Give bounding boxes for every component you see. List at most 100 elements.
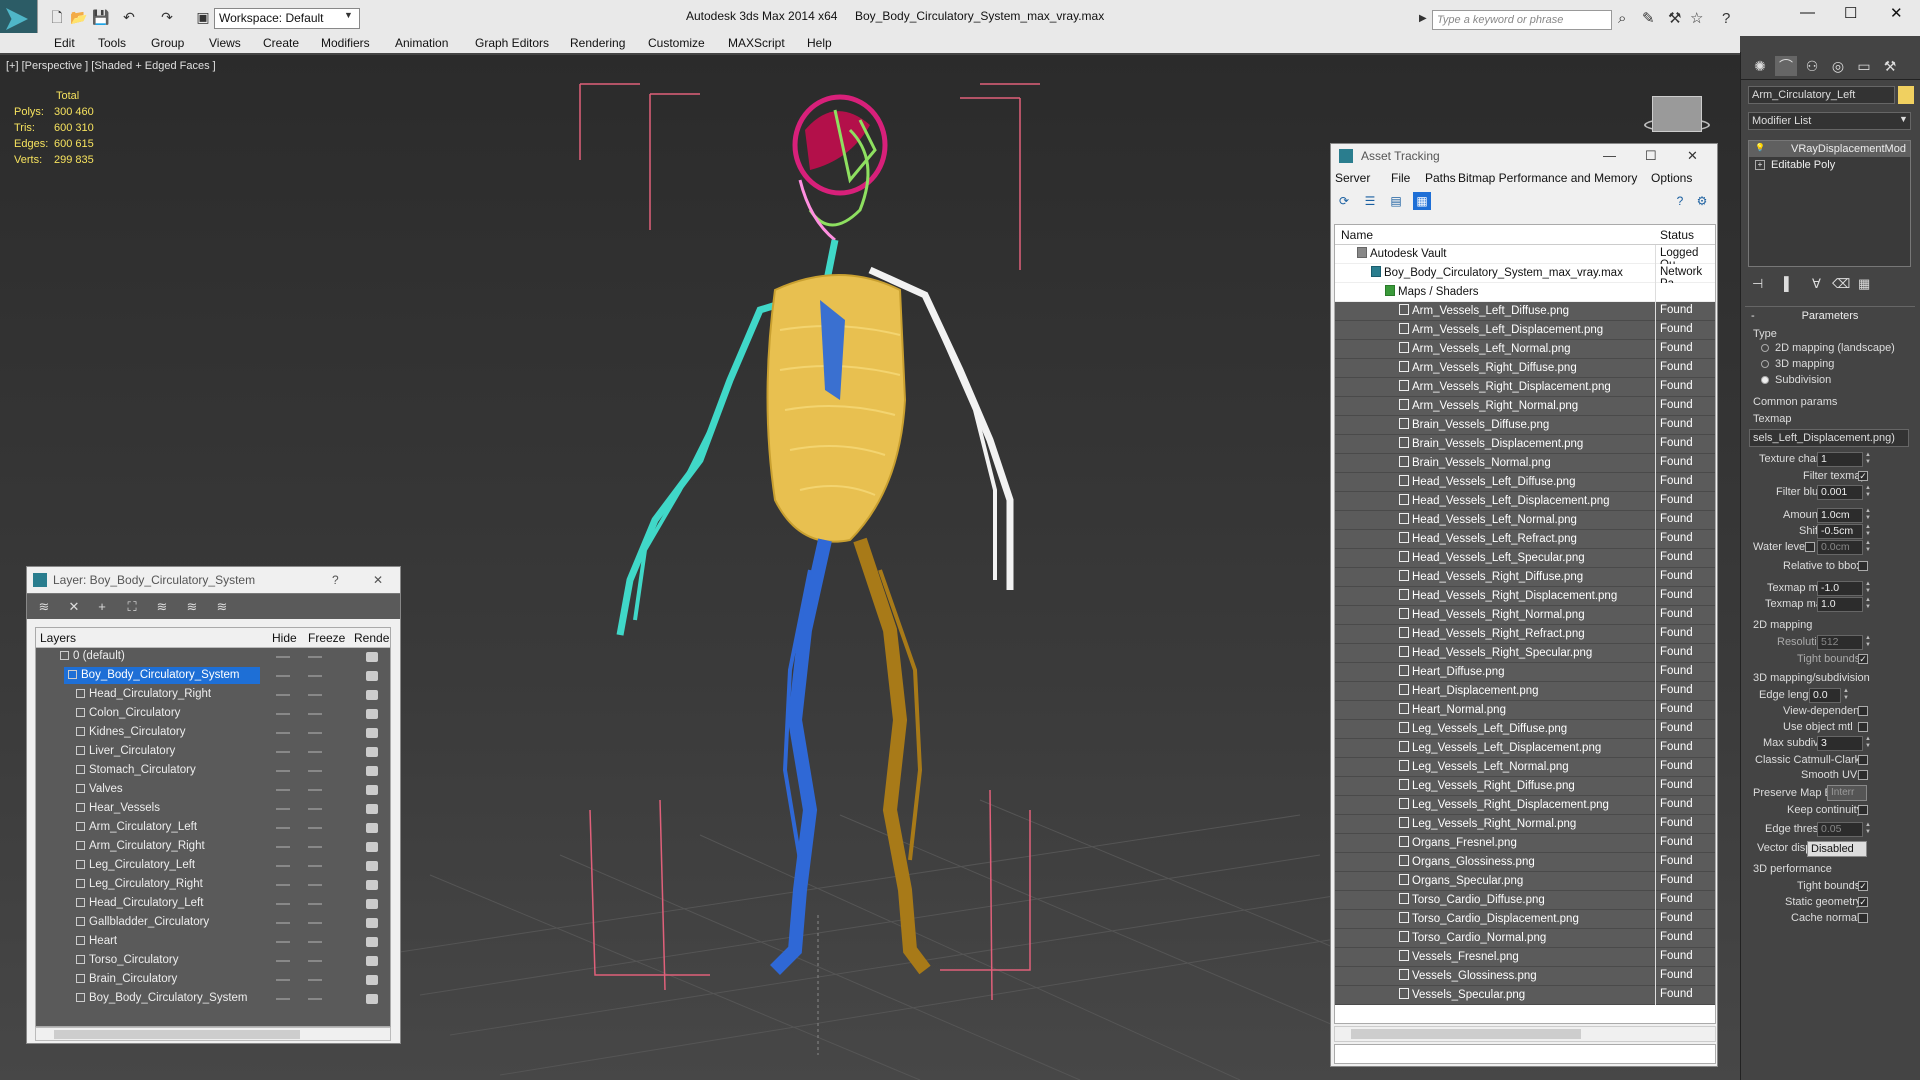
table-view-icon[interactable]: ▦ [1413,192,1431,210]
freeze-toggle[interactable] [308,998,322,1000]
render-teapot-icon[interactable] [366,652,378,662]
favorites-star-icon[interactable]: ☆ [1690,10,1703,28]
layer-object-row[interactable]: Brain_Circulatory [36,971,390,990]
render-teapot-icon[interactable] [366,937,378,947]
layer-object-row[interactable]: Gallbladder_Circulatory [36,914,390,933]
hide-toggle[interactable] [276,694,290,696]
add-to-layer-icon[interactable]: + [93,598,111,616]
spinner-arrows-icon[interactable]: ▲ ▼ [1865,540,1871,555]
show-end-result-icon[interactable]: ▌ [1784,276,1793,291]
asset-row[interactable]: Head_Vessels_Left_Displacement.png Found [1335,492,1715,511]
new-layer-icon[interactable]: ≋ [35,598,53,616]
hide-toggle[interactable] [276,656,290,658]
render-teapot-icon[interactable] [366,823,378,833]
list-view-icon[interactable]: ☰ [1361,192,1379,210]
layer-object-row[interactable]: Valves [36,781,390,800]
hide-toggle[interactable] [276,941,290,943]
circulatory-system-model[interactable] [380,70,1040,1070]
menu-help[interactable]: Help [807,36,832,50]
asset-row[interactable]: Maps / Shaders [1335,283,1715,302]
select-objects-icon[interactable]: ⛶ [123,598,141,616]
new-file-icon[interactable]: 🗋 [48,8,66,26]
spinner-arrows-icon[interactable]: ▲ ▼ [1865,524,1871,539]
asset-row[interactable]: Head_Vessels_Right_Specular.png Found [1335,644,1715,663]
lightbulb-icon[interactable]: 💡 [1755,144,1765,154]
hide-toggle[interactable] [276,865,290,867]
freeze-toggle[interactable] [308,789,322,791]
configure-sets-icon[interactable]: ▦ [1858,276,1870,292]
make-unique-icon[interactable]: ∀ [1812,276,1821,292]
water-level-checkbox[interactable] [1805,542,1815,552]
render-teapot-icon[interactable] [366,975,378,985]
max-subdivs-spinner[interactable]: 3 [1817,736,1863,751]
radio-3d-mapping[interactable] [1761,360,1769,368]
freeze-toggle[interactable] [308,656,322,658]
asset-path-field[interactable] [1334,1044,1716,1064]
hide-toggle[interactable] [276,675,290,677]
static-geometry-checkbox[interactable]: ✓ [1858,897,1868,907]
freeze-toggle[interactable] [308,865,322,867]
delete-layer-icon[interactable]: ✕ [65,598,83,616]
render-teapot-icon[interactable] [366,880,378,890]
layer-object-row[interactable]: Head_Circulatory_Right [36,686,390,705]
stack-item-vray-displacement[interactable]: 💡 VRayDisplacementMod [1749,141,1910,157]
asset-row[interactable]: Leg_Vessels_Right_Displacement.png Found [1335,796,1715,815]
layer-object-row[interactable]: Stomach_Circulatory [36,762,390,781]
vector-displ-dropdown[interactable]: Disabled [1807,841,1867,857]
asset-row[interactable]: Head_Vessels_Left_Specular.png Found [1335,549,1715,568]
expand-icon[interactable]: + [1755,160,1765,170]
asset-menu-bitmap-performance[interactable]: Bitmap Performance and Memory [1458,171,1637,185]
preserve-map-button[interactable]: Interr [1827,785,1867,801]
asset-row[interactable]: Arm_Vessels_Right_Diffuse.png Found [1335,359,1715,378]
layer-object-row[interactable]: Boy_Body_Circulatory_System [36,990,390,1009]
project-folder-icon[interactable]: ▣ [194,8,212,26]
edge-length-spinner[interactable]: 0.0 [1809,688,1841,703]
spinner-arrows-icon[interactable]: ▲ ▼ [1843,688,1849,703]
asset-row[interactable]: Arm_Vessels_Left_Normal.png Found [1335,340,1715,359]
asset-row[interactable]: Head_Vessels_Right_Refract.png Found [1335,625,1715,644]
hide-toggle[interactable] [276,960,290,962]
pin-stack-icon[interactable]: ⊣ [1752,276,1763,292]
open-file-icon[interactable]: 📂 [70,8,88,26]
water-level-spinner[interactable]: 0.0cm [1817,540,1863,555]
asset-row[interactable]: Head_Vessels_Right_Displacement.png Found [1335,587,1715,606]
modifier-list-dropdown[interactable]: Modifier List [1748,112,1911,130]
asset-row[interactable]: Organs_Specular.png Found [1335,872,1715,891]
asset-row[interactable]: Leg_Vessels_Right_Diffuse.png Found [1335,777,1715,796]
subscription-icon[interactable]: ⚒ [1668,10,1681,28]
minimize-icon[interactable]: — [1603,144,1616,168]
asset-row[interactable]: Torso_Cardio_Diffuse.png Found [1335,891,1715,910]
render-teapot-icon[interactable] [366,842,378,852]
freeze-toggle[interactable] [308,884,322,886]
asset-row[interactable]: Heart_Normal.png Found [1335,701,1715,720]
perf-tight-bounds-checkbox[interactable]: ✓ [1858,881,1868,891]
object-color-swatch[interactable] [1898,86,1914,104]
asset-row[interactable]: Head_Vessels_Left_Diffuse.png Found [1335,473,1715,492]
minimize-icon[interactable]: — [1800,4,1815,21]
freeze-toggle[interactable] [308,960,322,962]
render-teapot-icon[interactable] [366,709,378,719]
object-name-field[interactable]: Arm_Circulatory_Left [1748,86,1895,104]
hide-all-icon[interactable]: ≋ [183,598,201,616]
layer-titlebar[interactable]: Layer: Boy_Body_Circulatory_System ? ✕ [27,567,400,593]
freeze-toggle[interactable] [308,808,322,810]
menu-views[interactable]: Views [209,36,241,50]
freeze-toggle[interactable] [308,732,322,734]
scrollbar-thumb[interactable] [1351,1029,1581,1039]
menu-create[interactable]: Create [263,36,299,50]
hide-toggle[interactable] [276,713,290,715]
parameters-rollout[interactable]: - Parameters [1745,306,1915,324]
spinner-arrows-icon[interactable]: ▲ ▼ [1865,508,1871,523]
undo-icon[interactable]: ↶ [120,8,138,26]
spinner-arrows-icon[interactable]: ▲ ▼ [1865,485,1871,500]
freeze-toggle[interactable] [308,770,322,772]
communication-icon[interactable]: ✎ [1642,10,1655,28]
freeze-toggle[interactable] [308,941,322,943]
filter-texmap-checkbox[interactable]: ✓ [1858,471,1868,481]
menu-modifiers[interactable]: Modifiers [321,36,370,50]
hide-toggle[interactable] [276,751,290,753]
asset-row[interactable]: Organs_Fresnel.png Found [1335,834,1715,853]
texmap-min-spinner[interactable]: -1.0 [1817,581,1863,596]
display-tab-icon[interactable]: ▭ [1853,56,1875,76]
menu-customize[interactable]: Customize [648,36,705,50]
